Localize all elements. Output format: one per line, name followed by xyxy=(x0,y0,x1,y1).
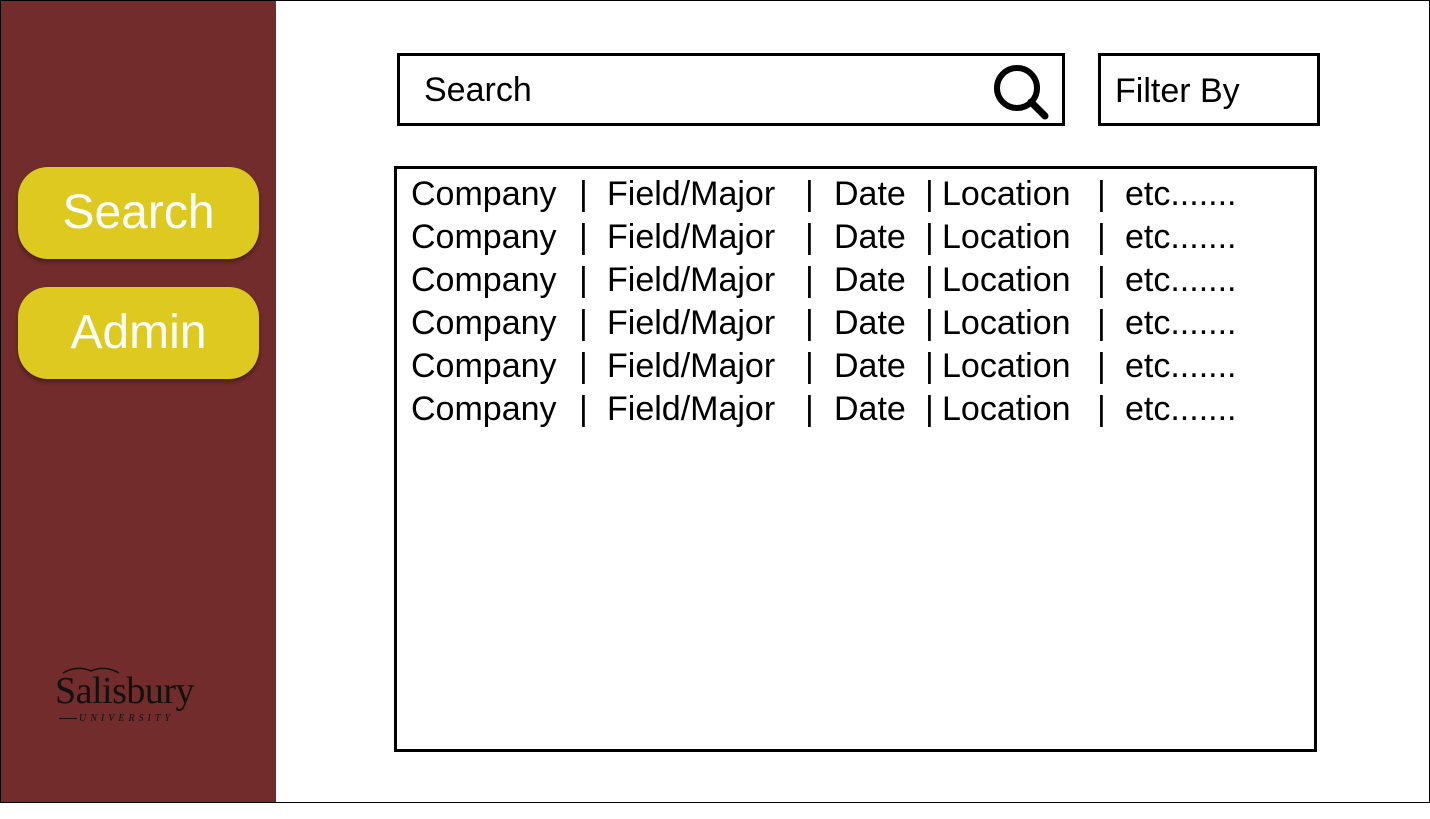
company-cell: Company xyxy=(411,304,557,342)
etc-cell: etc....... xyxy=(1125,347,1237,385)
list-item[interactable]: Company | Field/Major | Date | Location … xyxy=(411,304,1236,347)
separator: | xyxy=(805,261,814,299)
field-major-cell: Field/Major xyxy=(607,304,776,342)
location-cell: Location xyxy=(942,261,1071,299)
company-cell: Company xyxy=(411,347,557,385)
separator: | xyxy=(805,175,814,213)
field-major-cell: Field/Major xyxy=(607,347,776,385)
list-item[interactable]: Company | Field/Major | Date | Location … xyxy=(411,347,1236,390)
field-major-cell: Field/Major xyxy=(607,218,776,256)
etc-cell: etc....... xyxy=(1125,304,1237,342)
search-icon[interactable] xyxy=(992,63,1052,123)
separator: | xyxy=(1097,347,1106,385)
field-major-cell: Field/Major xyxy=(607,175,776,213)
separator: | xyxy=(579,390,588,428)
separator: | xyxy=(925,347,934,385)
location-cell: Location xyxy=(942,218,1071,256)
sidebar: Search Admin Salisbury UNIVERSITY xyxy=(1,1,276,802)
etc-cell: etc....... xyxy=(1125,261,1237,299)
separator: | xyxy=(925,175,934,213)
list-item[interactable]: Company | Field/Major | Date | Location … xyxy=(411,175,1236,218)
separator: | xyxy=(1097,261,1106,299)
separator: | xyxy=(1097,218,1106,256)
university-logo: Salisbury UNIVERSITY xyxy=(53,667,225,731)
logo-subtitle: UNIVERSITY xyxy=(79,713,174,724)
etc-cell: etc....... xyxy=(1125,390,1237,428)
sidebar-admin-button[interactable]: Admin xyxy=(18,287,259,379)
field-major-cell: Field/Major xyxy=(607,261,776,299)
location-cell: Location xyxy=(942,347,1071,385)
results-list: Company | Field/Major | Date | Location … xyxy=(394,166,1317,752)
separator: | xyxy=(805,347,814,385)
search-bar xyxy=(397,53,1065,126)
separator: | xyxy=(579,261,588,299)
separator: | xyxy=(805,218,814,256)
filter-by-dropdown[interactable]: Filter By xyxy=(1098,53,1320,126)
date-cell: Date xyxy=(834,390,906,428)
separator: | xyxy=(805,390,814,428)
separator: | xyxy=(925,304,934,342)
company-cell: Company xyxy=(411,175,557,213)
date-cell: Date xyxy=(834,304,906,342)
date-cell: Date xyxy=(834,175,906,213)
company-cell: Company xyxy=(411,218,557,256)
etc-cell: etc....... xyxy=(1125,175,1237,213)
separator: | xyxy=(579,218,588,256)
separator: | xyxy=(925,218,934,256)
field-major-cell: Field/Major xyxy=(607,390,776,428)
date-cell: Date xyxy=(834,347,906,385)
separator: | xyxy=(1097,304,1106,342)
separator: | xyxy=(579,304,588,342)
location-cell: Location xyxy=(942,390,1071,428)
list-item[interactable]: Company | Field/Major | Date | Location … xyxy=(411,218,1236,261)
separator: | xyxy=(925,261,934,299)
separator: | xyxy=(1097,175,1106,213)
logo-wordmark: Salisbury xyxy=(55,670,195,712)
list-item[interactable]: Company | Field/Major | Date | Location … xyxy=(411,390,1236,433)
date-cell: Date xyxy=(834,261,906,299)
location-cell: Location xyxy=(942,175,1071,213)
separator: | xyxy=(579,347,588,385)
filter-by-label: Filter By xyxy=(1115,72,1240,110)
separator: | xyxy=(579,175,588,213)
location-cell: Location xyxy=(942,304,1071,342)
sidebar-search-button[interactable]: Search xyxy=(18,167,259,259)
date-cell: Date xyxy=(834,218,906,256)
search-input[interactable] xyxy=(424,66,984,114)
company-cell: Company xyxy=(411,390,557,428)
etc-cell: etc....... xyxy=(1125,218,1237,256)
company-cell: Company xyxy=(411,261,557,299)
separator: | xyxy=(805,304,814,342)
separator: | xyxy=(1097,390,1106,428)
list-item[interactable]: Company | Field/Major | Date | Location … xyxy=(411,261,1236,304)
separator: | xyxy=(925,390,934,428)
